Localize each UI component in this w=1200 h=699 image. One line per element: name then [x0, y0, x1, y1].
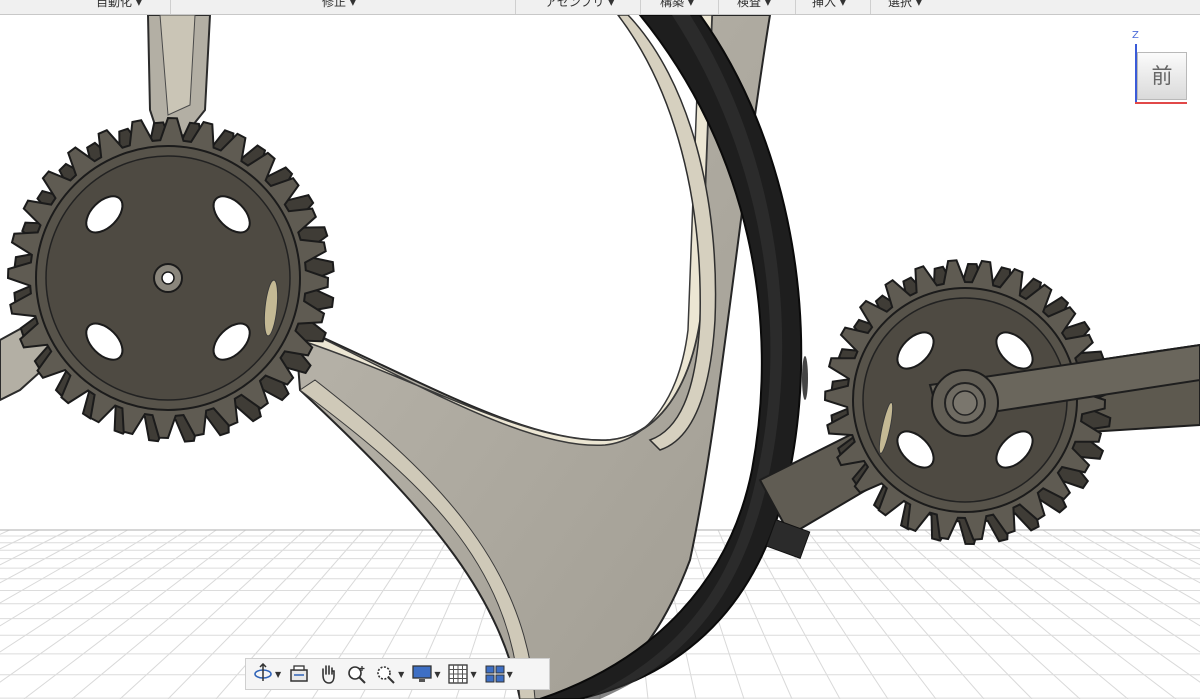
look-at-icon: [290, 665, 308, 682]
viewports-button[interactable]: ▼: [484, 661, 513, 687]
orbit-button[interactable]: ▼: [252, 661, 281, 687]
grid-settings-button[interactable]: ▼: [447, 661, 477, 687]
zoom-icon: [348, 666, 366, 684]
viewports-icon: [485, 665, 505, 683]
chainring-gear-left: [6, 116, 335, 443]
ribbon-group-construct[interactable]: 構築 ▾: [660, 0, 694, 9]
chevron-down-icon[interactable]: ▼: [275, 670, 281, 679]
zoom-window-button[interactable]: ▼: [375, 661, 404, 687]
display-settings-icon: [412, 665, 432, 682]
ribbon-group-inspect[interactable]: 検査 ▾: [737, 0, 771, 9]
ribbon-separator: [795, 0, 796, 14]
ribbon-separator: [870, 0, 871, 14]
chevron-down-icon[interactable]: ▼: [507, 670, 513, 679]
zoom-window-icon: [377, 666, 395, 684]
ribbon-separator: [515, 0, 516, 14]
navigation-bar: ▼ ▼ ▼ ▼ ▼: [245, 658, 550, 690]
pan-hand-icon: [322, 665, 335, 684]
ribbon-separator: [640, 0, 641, 14]
chevron-down-icon[interactable]: ▼: [398, 670, 404, 679]
ribbon-toolbar: 自動化 ▾ 修正 ▾ アセンブリ ▾ 構築 ▾ 検査 ▾ 挿入 ▾ 選択 ▾: [0, 0, 1200, 15]
grid-settings-icon: [448, 664, 469, 684]
ribbon-separator: [718, 0, 719, 14]
chevron-down-icon[interactable]: ▼: [434, 670, 440, 679]
axis-x-line: [1135, 102, 1187, 104]
ribbon-group-modify[interactable]: 修正 ▾: [322, 0, 356, 9]
ribbon-group-assemble[interactable]: アセンブリ ▾: [545, 0, 614, 9]
orbit-icon: [254, 663, 272, 681]
ribbon-group-insert[interactable]: 挿入 ▾: [812, 0, 846, 9]
display-settings-button[interactable]: ▼: [411, 661, 440, 687]
pan-button[interactable]: [317, 661, 339, 687]
3d-viewport[interactable]: [0, 15, 1200, 699]
axis-z-label: Z: [1132, 30, 1139, 41]
chevron-down-icon[interactable]: ▼: [470, 670, 476, 679]
viewcube-front-face[interactable]: 前: [1137, 52, 1187, 100]
ribbon-group-select[interactable]: 選択 ▾: [888, 0, 922, 9]
zoom-button[interactable]: [346, 661, 368, 687]
ribbon-separator: [170, 0, 171, 14]
viewcube[interactable]: Z 前: [1130, 30, 1190, 108]
model-canvas[interactable]: [0, 15, 1200, 699]
ribbon-group-automation[interactable]: 自動化 ▾: [96, 0, 142, 9]
pin-center: [802, 356, 808, 400]
look-at-button[interactable]: [288, 661, 310, 687]
